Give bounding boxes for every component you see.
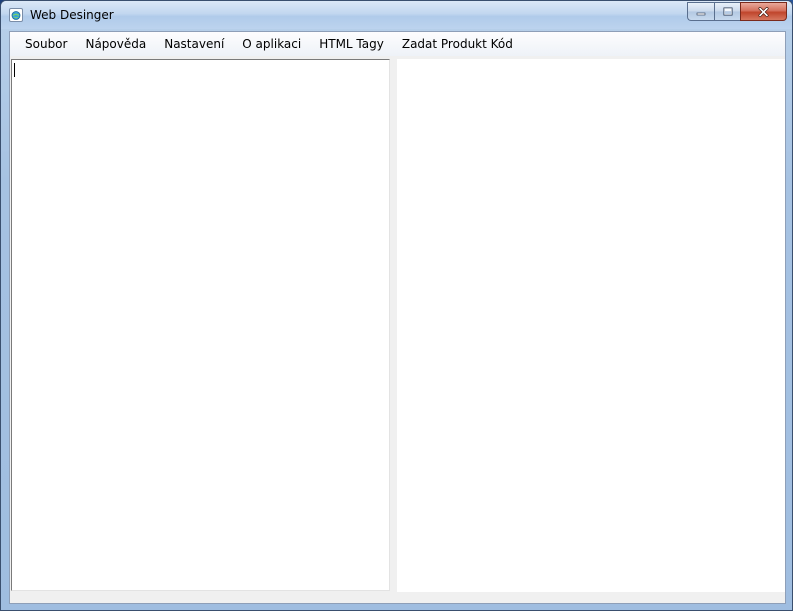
- window-title: Web Desinger: [30, 8, 114, 22]
- minimize-button[interactable]: [687, 2, 714, 21]
- minimize-icon: [696, 12, 706, 15]
- globe-document-icon[interactable]: [9, 8, 23, 22]
- app-window: Web Desinger Soubor Nápověda Nastavení O…: [0, 0, 793, 611]
- client-area: Soubor Nápověda Nastavení O aplikaci HTM…: [9, 31, 786, 604]
- preview-pane[interactable]: [397, 59, 785, 592]
- menu-item-soubor[interactable]: Soubor: [16, 33, 76, 55]
- maximize-icon: [723, 7, 732, 16]
- menu-item-nastaveni[interactable]: Nastavení: [155, 33, 233, 55]
- close-button[interactable]: [740, 2, 787, 21]
- close-icon: [758, 6, 769, 17]
- maximize-button[interactable]: [714, 2, 740, 21]
- menu-item-html-tagy[interactable]: HTML Tagy: [310, 33, 393, 55]
- title-bar[interactable]: Web Desinger: [1, 1, 792, 29]
- status-bar: [10, 593, 785, 603]
- menu-bar: Soubor Nápověda Nastavení O aplikaci HTM…: [10, 32, 785, 56]
- menu-item-o-aplikaci[interactable]: O aplikaci: [233, 33, 310, 55]
- menu-item-zadat-produkt-kod[interactable]: Zadat Produkt Kód: [393, 33, 522, 55]
- text-caret: [14, 63, 15, 77]
- menu-item-napoveda[interactable]: Nápověda: [76, 33, 155, 55]
- caption-buttons: [687, 2, 787, 22]
- html-editor-textarea[interactable]: [11, 59, 390, 591]
